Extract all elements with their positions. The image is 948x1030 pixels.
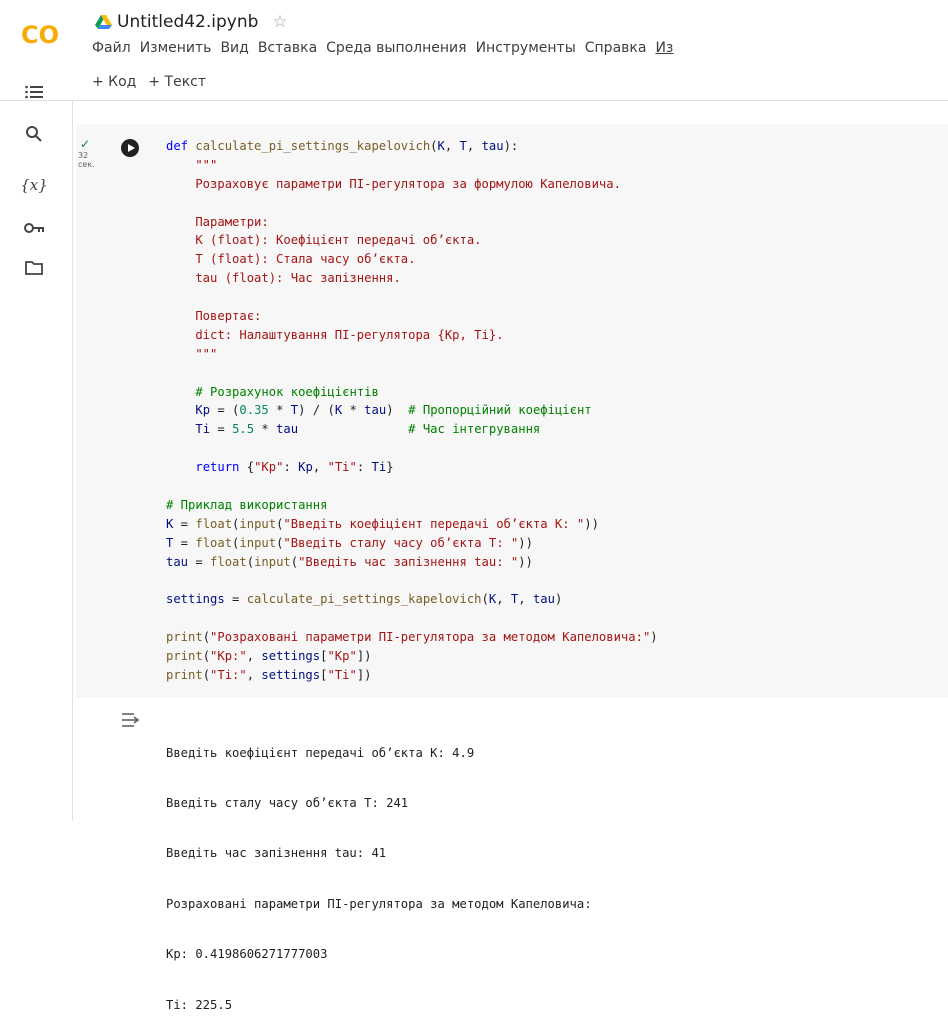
code-line[interactable]: Kp = (0.35 * T) / (K * tau) # Пропорційн… [166,401,658,420]
code-line[interactable]: ​ [166,571,658,590]
notebook-title[interactable]: Untitled42.ipynb [117,12,258,32]
menu-view[interactable]: Вид [220,40,248,56]
code-line[interactable]: print("Розраховані параметри ПІ-регулято… [166,628,658,647]
code-line[interactable]: T (float): Стала часу об’єкта. [166,250,658,269]
code-line[interactable]: K (float): Коефіцієнт передачі об’єкта. [166,231,658,250]
code-line[interactable]: dict: Налаштування ПІ-регулятора {Kp, Ti… [166,326,658,345]
code-line[interactable]: print("Ti:", settings["Ti"]) [166,666,658,685]
code-line[interactable]: def calculate_pi_settings_kapelovich(K, … [166,137,658,156]
code-line[interactable]: """ [166,156,658,175]
code-line[interactable]: tau = float(input("Введіть час запізненн… [166,553,658,572]
output-actions-icon[interactable] [120,711,142,729]
code-line[interactable]: tau (float): Час запізнення. [166,269,658,288]
cell-toolbar: + Код + Текст [92,74,218,90]
run-cell-button[interactable] [121,139,139,157]
code-line[interactable]: Розраховує параметри ПІ-регулятора за фо… [166,175,658,194]
code-line[interactable]: # Приклад використання [166,496,658,515]
menu-bar: Файл Изменить Вид Вставка Среда выполнен… [92,40,673,56]
menu-runtime[interactable]: Среда выполнения [326,40,466,56]
files-folder-icon[interactable] [22,256,46,280]
menu-insert[interactable]: Вставка [258,40,317,56]
code-line[interactable]: T = float(input("Введіть сталу часу об’є… [166,534,658,553]
output-line: Розраховані параметри ПІ-регулятора за м… [166,896,592,911]
code-line[interactable]: ​ [166,364,658,383]
menu-tools[interactable]: Инструменты [476,40,576,56]
code-line[interactable]: return {"Kp": Kp, "Ti": Ti} [166,458,658,477]
colab-logo: CO [21,21,59,47]
secrets-key-icon[interactable] [22,216,46,240]
output-line: Введіть коефіцієнт передачі об’єкта K: 4… [166,745,475,760]
code-line[interactable]: Повертає: [166,307,658,326]
menu-changes-link[interactable]: Из [655,40,673,56]
output-line: Введіть сталу часу об’єкта T: 241 [166,795,409,810]
output-line: Kp: 0.4198606271777003 [166,947,328,962]
cell-output: Введіть коефіцієнт передачі об’єкта K: 4… [166,711,592,1030]
code-line[interactable]: print("Kp:", settings["Kp"]) [166,647,658,666]
add-text-button[interactable]: + Текст [148,74,206,90]
code-line[interactable]: ​ [166,439,658,458]
code-line[interactable] [166,288,658,307]
code-line[interactable]: K = float(input("Введіть коефіцієнт пере… [166,515,658,534]
output-line: Ti: 225.5 [166,997,233,1012]
menu-file[interactable]: Файл [92,40,131,56]
table-of-contents-icon[interactable] [22,80,46,104]
left-sidebar [0,100,73,821]
code-line[interactable]: """ [166,345,658,364]
menu-help[interactable]: Справка [585,40,647,56]
code-line[interactable]: Параметри: [166,213,658,232]
star-icon[interactable]: ☆ [272,12,287,32]
svg-text:CO: CO [21,21,59,47]
code-line[interactable]: ​ [166,609,658,628]
code-line[interactable]: settings = calculate_pi_settings_kapelov… [166,590,658,609]
add-code-button[interactable]: + Код [92,74,136,90]
code-line[interactable]: ​ [166,477,658,496]
notebook-title-row: Untitled42.ipynb ☆ [95,9,288,35]
search-icon[interactable] [22,122,46,146]
variables-icon[interactable]: {x} [20,173,48,197]
execution-success-icon: ✓ [80,137,91,151]
code-line[interactable]: # Розрахунок коефіцієнтів [166,383,658,402]
code-line[interactable]: Ti = 5.5 * tau # Час інтегрування [166,420,658,439]
header-divider [0,100,948,101]
output-line: Введіть час запізнення tau: 41 [166,846,387,861]
code-editor[interactable]: def calculate_pi_settings_kapelovich(K, … [166,137,658,685]
execution-time: 32 сек. [78,151,95,169]
menu-edit[interactable]: Изменить [140,40,212,56]
code-line[interactable] [166,194,658,213]
google-drive-icon[interactable] [95,15,112,29]
